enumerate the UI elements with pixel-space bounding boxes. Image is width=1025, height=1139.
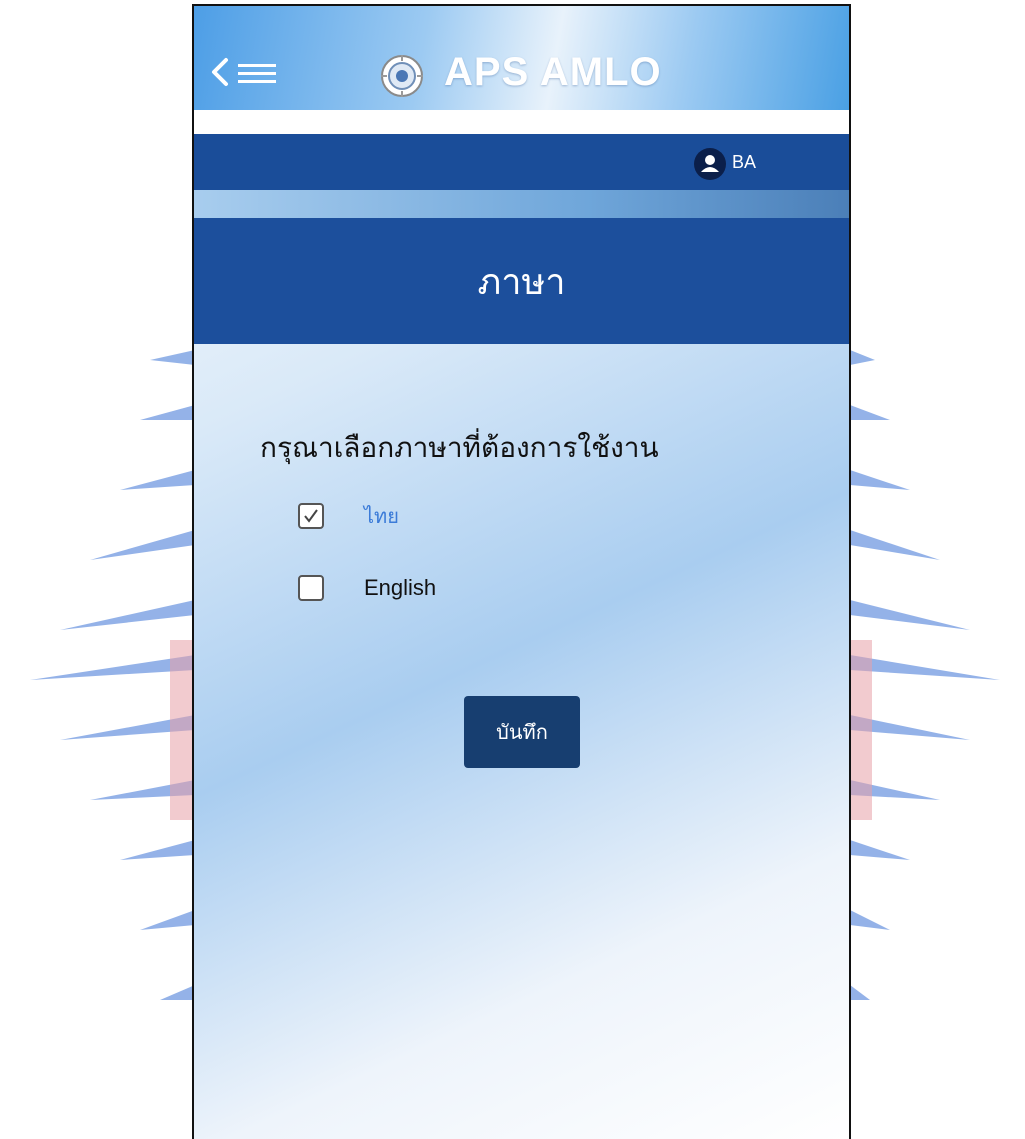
decorative-strip	[194, 190, 849, 218]
page-title-band: ภาษา	[194, 218, 849, 344]
app-screen: APS AMLO BA ภาษา กรุณาเลือกภาษาที่ต้องกา…	[192, 4, 851, 1139]
english-checkbox[interactable]	[298, 575, 324, 601]
language-option-english[interactable]: English	[298, 568, 436, 608]
language-option-thai[interactable]: ไทย	[298, 496, 399, 536]
save-button[interactable]: บันทึก	[464, 696, 580, 768]
page-title: ภาษา	[477, 261, 566, 303]
language-prompt: กรุณาเลือกภาษาที่ต้องการใช้งาน	[260, 431, 659, 464]
english-label[interactable]: English	[364, 575, 436, 601]
user-avatar-icon[interactable]	[694, 148, 726, 180]
user-name[interactable]: BA	[732, 152, 756, 173]
amlo-emblem-icon	[381, 55, 423, 97]
app-header: APS AMLO	[194, 6, 849, 110]
chevron-left-icon[interactable]	[208, 56, 230, 88]
thai-label[interactable]: ไทย	[364, 500, 399, 532]
hamburger-menu-icon[interactable]	[238, 62, 276, 86]
app-title: APS AMLO	[444, 50, 662, 94]
header-divider	[194, 110, 849, 134]
user-bar: BA	[194, 134, 849, 190]
checkmark-icon	[304, 509, 318, 523]
thai-checkbox[interactable]	[298, 503, 324, 529]
